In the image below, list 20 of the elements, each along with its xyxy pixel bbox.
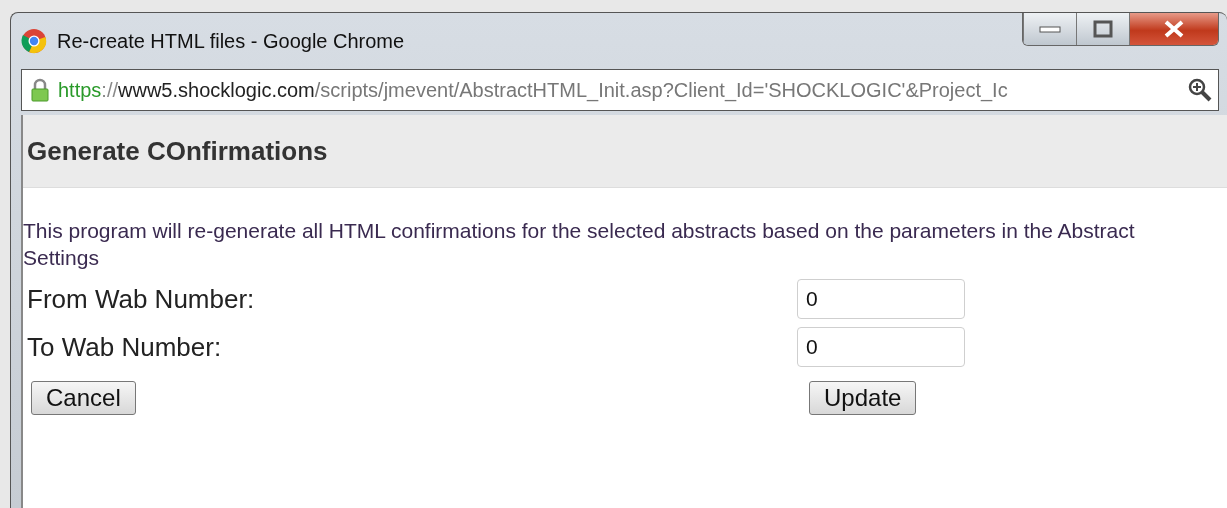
description-text: This program will re-generate all HTML confirmations for the selected abstracts based on the parameters in the Abstract Settings — [23, 218, 1136, 271]
page-heading: Generate COnfirmations — [27, 135, 328, 167]
browser-logo-icon — [21, 28, 47, 54]
cancel-button[interactable]: Cancel — [31, 381, 136, 416]
number-field[interactable]: 0 — [797, 327, 965, 368]
close-button[interactable] — [1129, 13, 1218, 45]
address-bar[interactable]: https://www5.shocklogic.com/scripts/jmevent/AbstractHTML_Init.asp?Client_Id='SHOCKLOGIC'&Project_Ic — [21, 69, 1219, 111]
close-icon — [1163, 20, 1185, 38]
minimize-button[interactable] — [1023, 13, 1076, 45]
window-title: Re-create HTML files - Google Chrome — [57, 29, 405, 53]
lock-icon — [30, 78, 50, 102]
zoom-icon[interactable] — [1188, 78, 1212, 102]
field-label: To Wab Number: — [27, 331, 223, 363]
maximize-button[interactable] — [1076, 13, 1129, 45]
minimize-icon — [1039, 24, 1061, 34]
field-label: From Wab Number: — [27, 283, 256, 315]
number-field[interactable]: 0 — [797, 279, 965, 320]
maximize-icon — [1093, 20, 1113, 38]
url-text: https://www5.shocklogic.com/scripts/jmevent/AbstractHTML_Init.asp?Client_Id='SHOCKLOGIC'&Project_Ic — [58, 78, 1009, 102]
update-button[interactable]: Update — [809, 381, 917, 416]
